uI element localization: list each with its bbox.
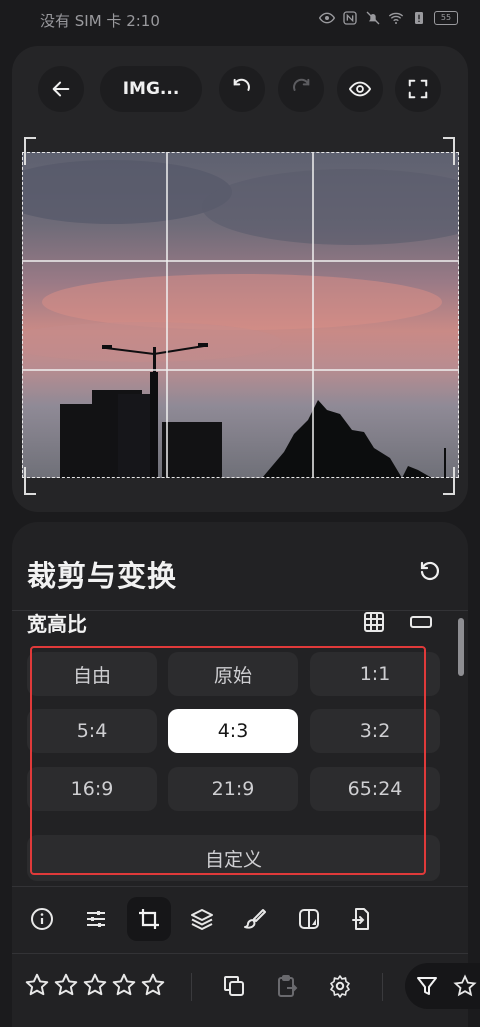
copy-button[interactable] — [220, 972, 248, 1000]
star-icon[interactable] — [111, 972, 137, 998]
star-icon[interactable] — [24, 972, 50, 998]
paste-button[interactable] — [273, 972, 301, 1000]
gear-icon — [330, 975, 350, 998]
file-title[interactable]: IMG... — [100, 66, 202, 112]
fullscreen-button[interactable] — [395, 66, 441, 112]
undo-icon — [233, 78, 250, 91]
adjust-sliders-icon — [87, 911, 105, 927]
grid-icon — [364, 612, 384, 632]
paste-icon — [278, 975, 298, 997]
status-icons: 55 — [319, 10, 458, 26]
landscape-rect-icon — [410, 616, 432, 628]
status-bar: 没有 SIM 卡 2:10 55 — [0, 0, 480, 38]
scrollbar[interactable] — [458, 618, 464, 676]
tool-info-button[interactable] — [20, 897, 64, 941]
star-filter-icon — [453, 974, 477, 997]
fullscreen-icon — [408, 79, 428, 99]
crop-handle-top-left[interactable] — [24, 137, 36, 165]
tool-crop-button[interactable] — [127, 897, 171, 941]
panel-title: 裁剪与变换 — [27, 559, 178, 593]
tool-brush-button[interactable] — [233, 897, 277, 941]
copy-icon — [224, 976, 244, 996]
tool-export-button[interactable] — [340, 897, 384, 941]
filter-effects-icon — [299, 909, 319, 929]
ratio-option-4-3[interactable]: 4:3 — [168, 709, 298, 753]
ratio-option-1-1[interactable]: 1:1 — [310, 652, 440, 696]
eye-status-icon — [319, 12, 335, 24]
layers-icon — [191, 909, 213, 930]
info-icon — [31, 908, 53, 930]
reset-icon — [420, 561, 439, 581]
back-button[interactable] — [38, 66, 84, 112]
ratio-option-original[interactable]: 原始 — [168, 652, 298, 696]
reset-button[interactable] — [416, 557, 444, 585]
star-rating[interactable] — [24, 972, 166, 998]
aspect-ratio-title: 宽高比 — [27, 612, 87, 636]
sim-alert-icon — [415, 12, 423, 24]
crop-handle-top-right[interactable] — [443, 137, 455, 165]
filter-button[interactable] — [405, 963, 480, 1009]
ratio-option-65-24[interactable]: 65:24 — [310, 767, 440, 811]
preview-button[interactable] — [337, 66, 383, 112]
grid-toggle-button[interactable] — [362, 610, 386, 634]
nfc-icon — [343, 11, 357, 25]
star-icon[interactable] — [140, 972, 166, 998]
export-file-icon — [352, 908, 369, 930]
orientation-toggle-button[interactable] — [408, 610, 434, 634]
ratio-option-3-2[interactable]: 3:2 — [310, 709, 440, 753]
ratio-option-16-9[interactable]: 16:9 — [27, 767, 157, 811]
mute-icon — [366, 11, 380, 25]
undo-button[interactable] — [219, 66, 265, 112]
redo-button[interactable] — [278, 66, 324, 112]
tool-adjust-button[interactable] — [74, 897, 118, 941]
tool-effects-button[interactable] — [287, 897, 331, 941]
battery-icon: 55 — [434, 11, 458, 25]
crop-handle-bottom-right[interactable] — [443, 467, 455, 495]
star-icon[interactable] — [53, 972, 79, 998]
star-icon[interactable] — [82, 972, 108, 998]
divider — [12, 953, 468, 954]
crop-icon — [139, 909, 159, 929]
crop-handle-bottom-left[interactable] — [24, 467, 36, 495]
settings-button[interactable] — [326, 972, 354, 1000]
wifi-icon — [388, 12, 404, 24]
separator — [191, 973, 192, 1001]
brush-icon — [244, 909, 266, 929]
ratio-option-custom[interactable]: 自定义 — [27, 835, 440, 881]
arrow-left-icon — [52, 81, 70, 97]
divider — [12, 886, 468, 887]
crop-frame[interactable] — [22, 152, 459, 478]
tool-layers-button[interactable] — [180, 897, 224, 941]
carrier-time-text: 没有 SIM 卡 2:10 — [40, 12, 160, 30]
eye-icon — [349, 81, 371, 97]
ratio-option-5-4[interactable]: 5:4 — [27, 709, 157, 753]
ratio-option-21-9[interactable]: 21:9 — [168, 767, 298, 811]
funnel-icon — [417, 977, 437, 995]
redo-icon — [293, 78, 310, 91]
separator — [382, 973, 383, 1001]
ratio-option-free[interactable]: 自由 — [27, 652, 157, 696]
